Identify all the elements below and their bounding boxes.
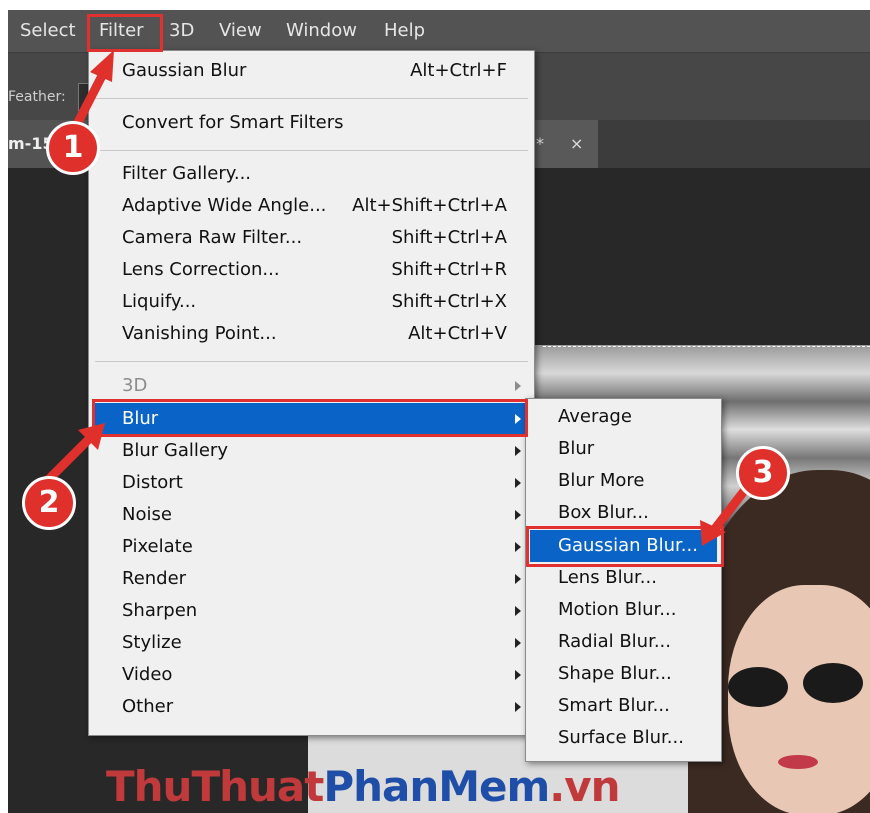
annotation-arrows xyxy=(43,50,753,546)
step-badge-1: 1 xyxy=(46,121,100,175)
arrow-line-3 xyxy=(709,481,753,535)
step-badge-3: 3 xyxy=(736,446,790,500)
photoshop-window: Select Filter 3D View Window Help Feathe… xyxy=(8,10,870,813)
arrow-head-1 xyxy=(90,50,114,82)
step-badge-2: 2 xyxy=(22,476,76,530)
arrow-line-2 xyxy=(43,431,97,485)
